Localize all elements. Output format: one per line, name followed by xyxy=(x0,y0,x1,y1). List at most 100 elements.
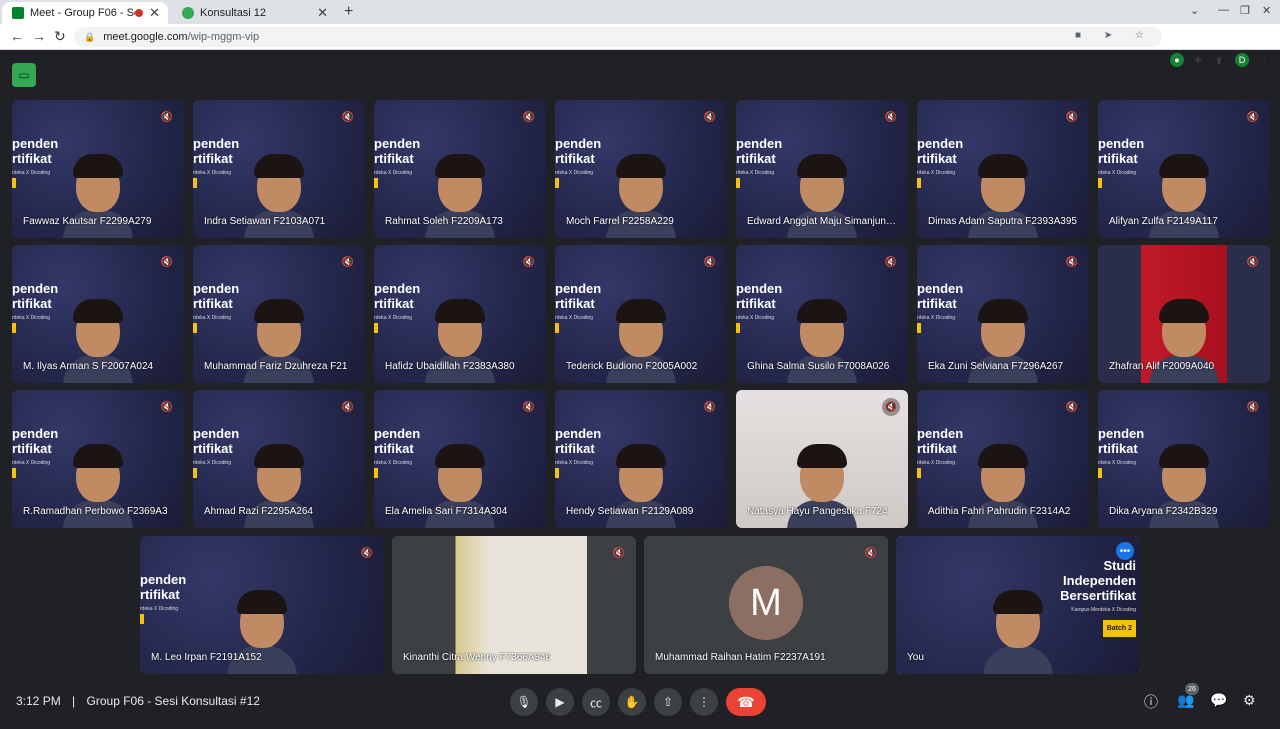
virtual-background-banner: penden rtifikat rdeka X Dicoding xyxy=(1098,426,1144,471)
minimize-icon[interactable]: — xyxy=(1218,4,1229,16)
participant-tile[interactable]: penden rtifikat rdeka X Dicoding 🔇 R.Ramadha… xyxy=(12,390,184,528)
raise-hand-button[interactable]: ✋ xyxy=(618,688,646,716)
participant-tile[interactable]: Studi Independen Bersertifikat Kampus Merde… xyxy=(896,536,1140,674)
banner-accent xyxy=(736,323,740,333)
banner-accent xyxy=(374,323,378,333)
separator: | xyxy=(72,694,76,708)
mic-off-icon: 🔇 xyxy=(882,398,900,416)
participant-tile[interactable]: penden rtifikat rdeka X Dicoding 🔇 Muhammad … xyxy=(193,245,365,383)
banner-text: penden xyxy=(555,281,602,296)
batch-label: Batch 2 xyxy=(1102,620,1136,637)
profile-avatar[interactable]: D xyxy=(1235,53,1249,67)
participant-video xyxy=(983,584,1053,674)
reload-icon[interactable]: ↻ xyxy=(54,28,66,45)
captions-button[interactable]: ㏄ xyxy=(582,688,610,716)
participant-tile[interactable]: M 🔇 Muhammad Raihan Hatim F2237A191 xyxy=(644,536,888,674)
banner-text: penden xyxy=(736,281,783,296)
participant-name: You xyxy=(907,652,924,663)
new-tab-button[interactable]: + xyxy=(344,3,353,21)
participant-tile[interactable]: penden rtifikat rdeka X Dicoding 🔇 Alifyan Z… xyxy=(1098,100,1270,238)
banner-subtext: rdeka X Dicoding xyxy=(917,170,956,176)
participant-tile[interactable]: penden rtifikat rdeka X Dicoding 🔇 Dimas Ada… xyxy=(917,100,1089,238)
control-bar: 3:12 PM | Group F06 - Sesi Konsultasi #1… xyxy=(0,680,1280,729)
extension-icon[interactable]: ● xyxy=(1170,53,1184,67)
camera-button[interactable]: ▶ xyxy=(546,688,574,716)
banner-subtext: rdeka X Dicoding xyxy=(374,460,413,466)
mic-off-icon: 🔇 xyxy=(160,401,174,413)
sidepanel-icon[interactable]: ▮ xyxy=(1212,53,1226,67)
participant-tile[interactable]: penden rtifikat rdeka X Dicoding 🔇 Edward An… xyxy=(736,100,908,238)
participant-name: Kinanthi Citra Wenny F7366A346 xyxy=(403,652,552,663)
chat-icon[interactable]: 💬 xyxy=(1210,692,1227,709)
forward-icon[interactable]: → xyxy=(32,28,46,44)
microphone-button[interactable]: 🎙 xyxy=(510,688,538,716)
banner-subtext: rdeka X Dicoding xyxy=(1098,170,1137,176)
banner-subtext: rdeka X Dicoding xyxy=(12,315,51,321)
participant-name: Hendy Setiawan F2129A089 xyxy=(566,506,694,517)
lock-icon: 🔒 xyxy=(84,31,96,42)
participant-tile[interactable]: penden rtifikat rdeka X Dicoding 🔇 Tederick … xyxy=(555,245,727,383)
participant-tile[interactable]: penden rtifikat rdeka X Dicoding 🔇 Moch Farr… xyxy=(555,100,727,238)
participant-tile[interactable]: penden rtifikat rdeka X Dicoding 🔇 Ghina Sal… xyxy=(736,245,908,383)
url-path: /wip-mggm-vip xyxy=(187,31,260,43)
participant-tile[interactable]: 🔇 Kinanthi Citra Wenny F7366A346 xyxy=(392,536,636,674)
more-options-icon[interactable]: ••• xyxy=(1116,542,1134,560)
participant-tile[interactable]: penden rtifikat rdeka X Dicoding 🔇 Ela Ameli… xyxy=(374,390,546,528)
virtual-background-banner: penden rtifikat rdeka X Dicoding xyxy=(374,426,420,471)
present-button[interactable]: ⇧ xyxy=(654,688,682,716)
banner-subtext: rdeka X Dicoding xyxy=(193,315,232,321)
participant-tile[interactable]: penden rtifikat rdeka X Dicoding 🔇 Indra Set… xyxy=(193,100,365,238)
banner-text: rtifikat xyxy=(917,441,957,456)
participant-name: Alifyan Zulfa F2149A117 xyxy=(1109,216,1218,227)
virtual-background-banner: penden rtifikat rdeka X Dicoding xyxy=(555,136,601,181)
restore-icon[interactable]: ❐ xyxy=(1240,4,1250,17)
participant-tile[interactable]: penden rtifikat rdeka X Dicoding 🔇 Adithia F… xyxy=(917,390,1089,528)
more-options-button[interactable]: ⋮ xyxy=(690,688,718,716)
participant-tile[interactable]: penden rtifikat rdeka X Dicoding 🔇 Hafidz Ub… xyxy=(374,245,546,383)
companion-mode-icon[interactable]: ▭ xyxy=(12,63,36,87)
close-window-icon[interactable]: ✕ xyxy=(1262,4,1271,17)
close-tab-icon[interactable]: ✕ xyxy=(317,5,328,21)
banner-accent xyxy=(12,468,16,478)
participant-tile[interactable]: penden rtifikat rdeka X Dicoding 🔇 Rahmat So… xyxy=(374,100,546,238)
banner-text: rtifikat xyxy=(12,296,52,311)
participant-name: Eka Zuni Selviana F7296A267 xyxy=(928,361,1064,372)
phone-hangup-icon: ☎ xyxy=(737,693,755,710)
tab-search-icon[interactable]: ⌄ xyxy=(1190,4,1199,17)
banner-text: rtifikat xyxy=(736,151,776,166)
banner-subtext: rdeka X Dicoding xyxy=(374,315,413,321)
banner-subtext: rdeka X Dicoding xyxy=(917,460,956,466)
omnibox-actions-icon[interactable]: ■ ➤ ☆ xyxy=(1075,30,1154,41)
menu-icon[interactable]: ⋮ xyxy=(1258,53,1272,67)
banner-accent xyxy=(917,178,921,188)
participant-tile[interactable]: penden rtifikat rdeka X Dicoding 🔇 Fawwaz Ka… xyxy=(12,100,184,238)
participant-name: Ghina Salma Susilo F7008A026 xyxy=(747,361,890,372)
participant-tile[interactable]: 🔇 Natasya Hayu Pangestika F724 xyxy=(736,390,908,528)
banner-text: penden xyxy=(555,426,602,441)
participant-tile[interactable]: 🔇 Zhafran Alif F2009A040 xyxy=(1098,245,1270,383)
participant-tile[interactable]: penden rtifikat rdeka X Dicoding 🔇 M. Leo Ir… xyxy=(140,536,384,674)
banner-accent xyxy=(917,323,921,333)
participant-name: Edward Anggiat Maju Simanjuntak xyxy=(747,216,897,227)
banner-text: rtifikat xyxy=(374,151,414,166)
participant-name: Dimas Adam Saputra F2393A395 xyxy=(928,216,1077,227)
participant-tile[interactable]: penden rtifikat rdeka X Dicoding 🔇 Ahmad Raz… xyxy=(193,390,365,528)
banner-text: penden xyxy=(555,136,602,151)
meeting-details-icon[interactable]: ⓘ xyxy=(1144,692,1158,712)
url-field[interactable]: 🔒 meet.google.com/wip-mggm-vip ■ ➤ ☆ xyxy=(74,27,1162,47)
avatar: M xyxy=(729,566,803,640)
virtual-background-banner: penden rtifikat rdeka X Dicoding xyxy=(140,572,186,617)
banner-accent xyxy=(193,468,197,478)
participant-tile[interactable]: penden rtifikat rdeka X Dicoding 🔇 Dika Arya… xyxy=(1098,390,1270,528)
close-tab-icon[interactable]: ✕ xyxy=(149,5,160,21)
participant-tile[interactable]: penden rtifikat rdeka X Dicoding 🔇 Eka Zuni … xyxy=(917,245,1089,383)
puzzle-icon[interactable]: ✚ xyxy=(1191,53,1205,67)
tab-konsultasi[interactable]: Konsultasi 12 ✕ xyxy=(172,2,336,24)
back-icon[interactable]: ← xyxy=(10,28,24,44)
participant-tile[interactable]: penden rtifikat rdeka X Dicoding 🔇 M. Ilyas … xyxy=(12,245,184,383)
leave-call-button[interactable]: ☎ xyxy=(726,688,766,716)
activities-icon[interactable]: ⚙ xyxy=(1243,692,1256,709)
tab-meet[interactable]: Meet - Group F06 - Sesi Konsultasi #12 ✕ xyxy=(2,2,168,24)
participant-tile[interactable]: penden rtifikat rdeka X Dicoding 🔇 Hendy Set… xyxy=(555,390,727,528)
participant-name: Rahmat Soleh F2209A173 xyxy=(385,216,503,227)
